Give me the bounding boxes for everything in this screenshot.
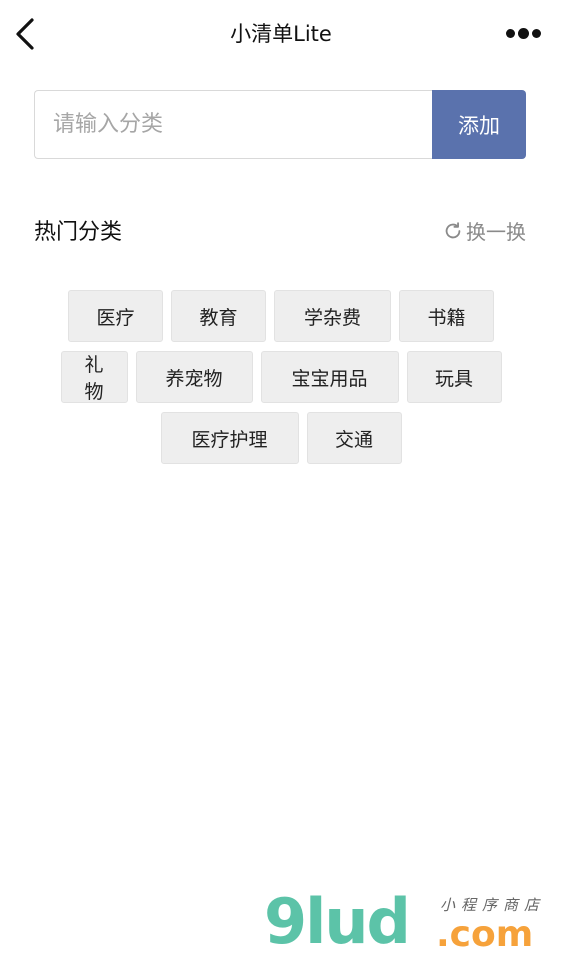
category-input-wrapper (34, 90, 433, 159)
refresh-label: 换一换 (466, 220, 526, 244)
category-tag[interactable]: 交通 (306, 412, 402, 464)
page-title: 小清单Lite (230, 22, 332, 46)
navigation-bar: 小清单Lite (0, 0, 562, 68)
hot-categories-title: 热门分类 (34, 220, 123, 245)
add-button[interactable]: 添加 (432, 90, 526, 159)
watermark-domain: .com (436, 914, 534, 955)
more-dots-icon[interactable] (504, 24, 544, 44)
refresh-button[interactable]: 换一换 (442, 216, 526, 245)
tag-row: 医疗护理 交通 (0, 412, 562, 464)
category-tag[interactable]: 书籍 (399, 290, 494, 342)
category-tag[interactable]: 礼物 (60, 351, 128, 403)
category-tag[interactable]: 医疗护理 (160, 412, 299, 464)
tag-row: 礼物 养宠物 宝宝用品 玩具 (0, 351, 562, 403)
category-tag[interactable]: 养宠物 (135, 351, 253, 403)
add-category-form: 添加 (34, 90, 526, 159)
watermark-tagline: 小程序商店 (440, 896, 546, 914)
watermark-brand: 9lud (264, 885, 411, 958)
tag-row: 医疗 教育 学杂费 书籍 (0, 290, 562, 342)
watermark-logo: 9lud 小程序商店 .com (264, 885, 554, 958)
refresh-icon (445, 221, 461, 238)
hot-categories-list: 医疗 教育 学杂费 书籍 礼物 养宠物 宝宝用品 玩具 医疗护理 交通 (0, 290, 562, 473)
category-tag[interactable]: 玩具 (406, 351, 502, 403)
category-tag[interactable]: 学杂费 (274, 290, 391, 342)
category-tag[interactable]: 教育 (171, 290, 266, 342)
category-tag[interactable]: 宝宝用品 (260, 351, 399, 403)
category-input[interactable] (35, 91, 413, 158)
category-tag[interactable]: 医疗 (68, 290, 163, 342)
